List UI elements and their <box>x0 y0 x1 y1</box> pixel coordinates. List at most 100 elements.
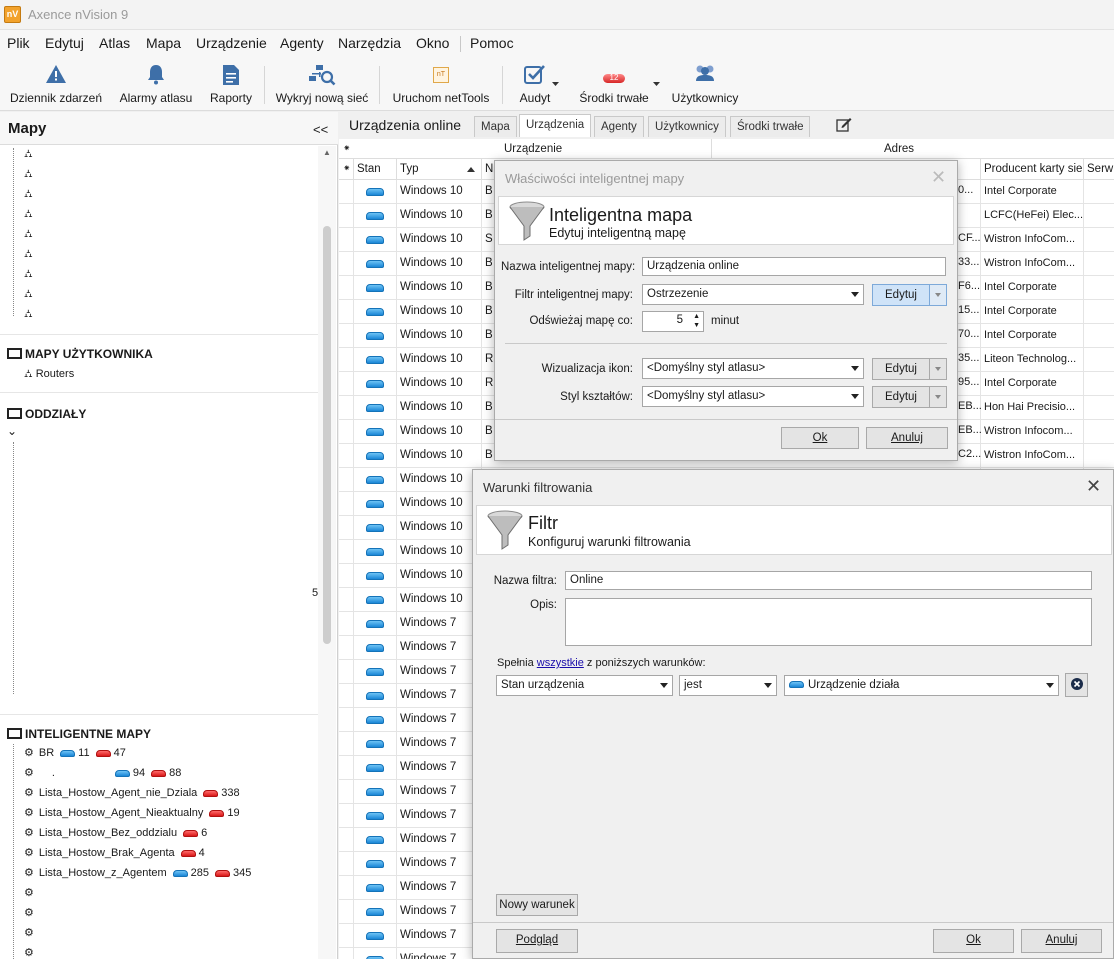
network-map-icon[interactable]: ⛼ <box>24 168 33 182</box>
column-producer[interactable]: Producent karty sie <box>984 163 1082 175</box>
menu-plik[interactable]: Plik <box>7 35 30 51</box>
users-button[interactable]: Użytkownicy <box>668 58 742 108</box>
branches-section[interactable]: ODDZIAŁY <box>7 407 86 421</box>
map-item-routers[interactable]: ⛼ Routers <box>24 368 74 382</box>
smart-map-item[interactable]: ⚙ Lista_Hostow_Bez_oddzialu 6 <box>24 826 207 839</box>
column-typ[interactable]: Typ <box>400 163 419 175</box>
tab-agenty[interactable]: Agenty <box>594 116 644 137</box>
audit-button[interactable]: Audyt <box>510 58 560 108</box>
tab-urzadzenia[interactable]: Urządzenia <box>519 114 592 137</box>
ok-button[interactable]: Ok <box>781 427 859 449</box>
network-map-icon[interactable]: ⛼ <box>24 308 33 322</box>
new-condition-button[interactable]: Nowy warunek <box>496 894 578 916</box>
scroll-up-icon[interactable]: ▲ <box>323 148 331 157</box>
menu-okno[interactable]: Okno <box>416 35 449 51</box>
smart-map-item[interactable]: ⚙ <box>24 946 39 959</box>
filter-description-label: Opis: <box>530 599 557 611</box>
smart-map-item[interactable]: ⚙ <box>24 906 39 919</box>
icon-visualization-select[interactable]: <Domyślny styl atlasu> <box>642 358 864 379</box>
menu-urzadzenie[interactable]: Urządzenie <box>196 35 267 51</box>
user-maps-section[interactable]: MAPY UŻYTKOWNIKA <box>7 347 153 361</box>
cancel-button[interactable]: Anuluj <box>866 427 948 449</box>
menu-mapa[interactable]: Mapa <box>146 35 181 51</box>
fixed-assets-dropdown-icon[interactable] <box>653 82 660 86</box>
tab-uzytkownicy[interactable]: Użytkownicy <box>648 116 726 137</box>
smart-map-item[interactable]: ⚙ Lista_Hostow_Agent_nie_Dziala 338 <box>24 786 240 799</box>
chevron-down-icon <box>935 367 941 371</box>
reports-button[interactable]: Raporty <box>203 58 259 108</box>
edit-filter-button[interactable]: Edytuj <box>872 284 930 306</box>
atlas-alarms-button[interactable]: Alarmy atlasu <box>112 58 200 108</box>
maps-panel-scrollbar[interactable]: ▲ <box>318 146 336 959</box>
condition-operator-select[interactable]: jest <box>679 675 777 696</box>
smart-map-item[interactable]: ⚙ Lista_Hostow_z_Agentem 285 345 <box>24 866 251 879</box>
audit-dropdown-icon[interactable] <box>552 82 559 86</box>
smart-maps-section[interactable]: INTELIGENTNE MAPY <box>7 727 151 741</box>
cell-address: F6... <box>958 280 981 292</box>
shape-style-select[interactable]: <Domyślny styl atlasu> <box>642 386 864 407</box>
cancel-button[interactable]: Anuluj <box>1021 929 1102 953</box>
filter-description-textarea[interactable] <box>565 598 1092 646</box>
condition-value-select[interactable]: Urządzenie działa <box>784 675 1059 696</box>
column-n[interactable]: N <box>485 163 493 175</box>
network-map-icon[interactable]: ⛼ <box>24 208 33 222</box>
menu-edytuj[interactable]: Edytuj <box>45 35 84 51</box>
network-map-icon[interactable]: ⛼ <box>24 188 33 202</box>
smart-map-name-input[interactable]: Urządzenia online <box>642 257 946 276</box>
pin-icon[interactable]: ⁕ <box>343 163 351 174</box>
sort-ascending-icon[interactable] <box>467 167 475 172</box>
close-icon[interactable]: ✕ <box>931 167 946 188</box>
network-map-icon[interactable]: ⛼ <box>24 268 33 282</box>
edit-icons-button[interactable]: Edytuj <box>872 358 930 380</box>
preview-button[interactable]: Podgląd <box>496 929 578 953</box>
edit-icons-dropdown[interactable] <box>929 358 947 380</box>
scroll-thumb[interactable] <box>323 226 331 644</box>
tab-mapa[interactable]: Mapa <box>474 116 517 137</box>
network-map-icon[interactable]: ⛼ <box>24 148 33 162</box>
menu-agenty[interactable]: Agenty <box>280 35 324 51</box>
discover-network-button[interactable]: Wykryj nową sieć <box>270 58 374 108</box>
close-icon[interactable]: ✕ <box>1086 476 1101 497</box>
dialog-separator <box>505 343 947 344</box>
edit-shapes-button[interactable]: Edytuj <box>872 386 930 408</box>
tab-srodki-trwale[interactable]: Środki trwałe <box>730 116 811 137</box>
spin-up-icon[interactable]: ▲ <box>693 313 700 321</box>
refresh-interval-stepper[interactable]: 5 ▲ ▼ <box>642 311 704 332</box>
network-map-icon[interactable]: ⛼ <box>24 228 33 242</box>
nettools-icon: nT <box>433 67 449 83</box>
condition-mode-link[interactable]: wszystkie <box>537 657 584 669</box>
column-serwis[interactable]: Serwi <box>1087 163 1114 175</box>
smart-maps-title: INTELIGENTNE MAPY <box>25 727 152 741</box>
menu-atlas[interactable]: Atlas <box>99 35 130 51</box>
smart-map-item[interactable]: ⚙ BR 11 47 <box>24 746 126 759</box>
cell-typ: Windows 10 <box>400 209 463 221</box>
edit-icon[interactable] <box>836 117 852 132</box>
network-map-icon[interactable]: ⛼ <box>24 248 33 262</box>
smart-map-filter-select[interactable]: Ostrzezenie <box>642 284 864 305</box>
run-nettools-button[interactable]: nT Uruchom netTools <box>385 58 497 108</box>
chevron-down-icon[interactable]: ⌄ <box>7 424 17 438</box>
pin-icon[interactable]: ⁕ <box>343 143 351 154</box>
smart-map-item[interactable]: ⚙ <box>24 886 39 899</box>
smart-map-item[interactable]: ⚙. 94 88 <box>24 766 181 779</box>
smart-map-item[interactable]: ⚙ Lista_Hostow_Agent_Nieaktualny 19 <box>24 806 240 819</box>
filter-name-input[interactable]: Online <box>565 571 1092 590</box>
dialog-header: Filtr Konfiguruj warunki filtrowania <box>476 505 1112 555</box>
menu-pomoc[interactable]: Pomoc <box>470 35 514 51</box>
spin-down-icon[interactable]: ▼ <box>693 322 700 330</box>
menu-narzedzia[interactable]: Narzędzia <box>338 35 401 51</box>
edit-filter-dropdown[interactable] <box>929 284 947 306</box>
column-stan[interactable]: Stan <box>357 163 381 175</box>
edit-shapes-dropdown[interactable] <box>929 386 947 408</box>
network-map-icon[interactable]: ⛼ <box>24 288 33 302</box>
event-log-button[interactable]: Dziennik zdarzeń <box>4 58 108 108</box>
collapse-panel-button[interactable]: << <box>313 122 328 137</box>
ok-button[interactable]: Ok <box>933 929 1014 953</box>
cell-typ: Windows 10 <box>400 449 463 461</box>
condition-field-select[interactable]: Stan urządzenia <box>496 675 673 696</box>
remove-condition-button[interactable] <box>1065 673 1088 697</box>
smart-map-item[interactable]: ⚙ <box>24 926 39 939</box>
smart-map-item[interactable]: ⚙ Lista_Hostow_Brak_Agenta 4 <box>24 846 205 859</box>
column-divider <box>1083 159 1084 180</box>
fixed-assets-button[interactable]: 12 Środki trwałe <box>566 58 662 108</box>
